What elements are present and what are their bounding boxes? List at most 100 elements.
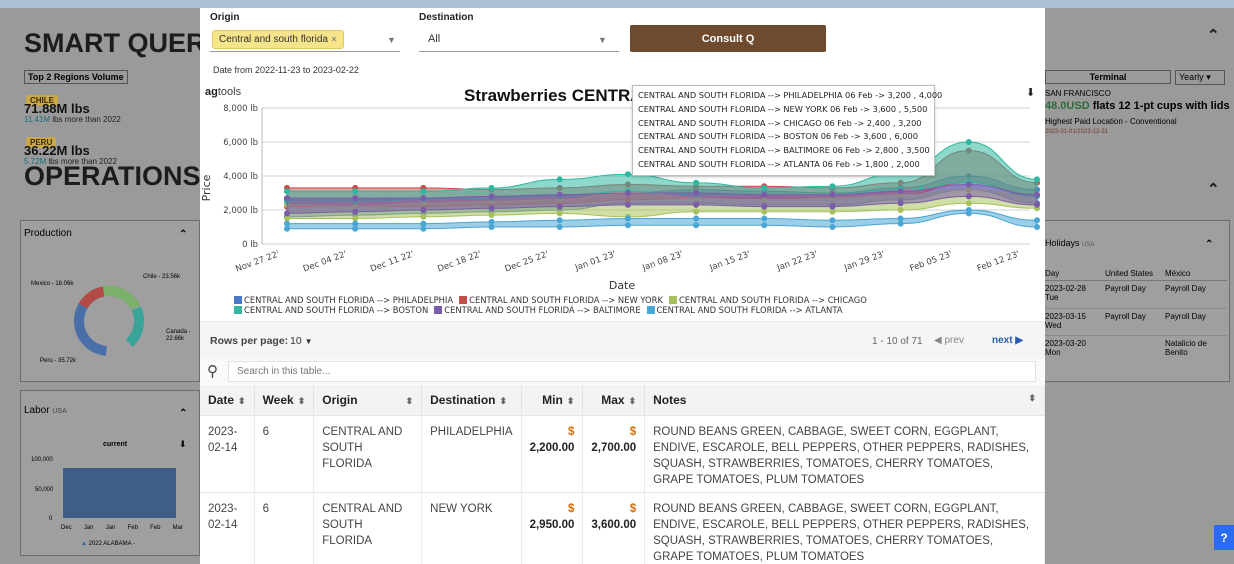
y-tick-label: 8,000 lb [223,104,258,114]
sort-icon: ⬍ [566,395,575,406]
column-header-origin[interactable]: Origin ⬍ [313,385,423,415]
legend-item[interactable]: CENTRAL AND SOUTH FLORIDA --> CHICAGO [668,295,867,305]
data-point-max [829,191,836,198]
agtools-logo: agtools [205,86,242,98]
data-point-max [693,179,700,186]
donut-label-canada: Canada - 22.66k [166,329,191,342]
collapse-labor-icon[interactable]: ⌃ [179,408,187,419]
data-point-max [624,190,631,196]
volume-card: Top 2 Regions Volume CHILE 71.88M lbs 11… [20,68,200,170]
tooltip-line: CENTRAL AND SOUTH FLORIDA --> BOSTON 06 … [638,131,918,142]
region-value-chile: 71.88M lbs [24,101,90,116]
legend-swatch [459,296,468,304]
destination-select[interactable]: All ▼ [419,26,619,52]
tooltip-line: CENTRAL AND SOUTH FLORIDA --> CHICAGO 06… [638,117,922,128]
sort-icon: ⬍ [499,395,508,406]
collapse-operations-icon[interactable]: ⌃ [1207,180,1220,198]
chevron-left-icon: ◀ [934,335,942,346]
x-tick-label: Feb 12 23' [976,249,1021,274]
data-point-max [420,220,427,227]
chip-remove-icon[interactable]: ✕ [331,35,338,44]
sort-icon: ⬍ [1028,392,1036,403]
legend-swatch [646,306,655,314]
data-point-max [761,215,768,222]
tooltip-line: CENTRAL AND SOUTH FLORIDA --> ATLANTA 06… [638,158,920,169]
legend-label: CENTRAL AND SOUTH FLORIDA --> BALTIMORE [444,305,641,315]
data-point-max [965,139,972,145]
data-point-max [1034,176,1040,183]
collapse-holidays-icon[interactable]: ⌃ [1205,239,1213,250]
holidays-card: Holidays USA ⌃ Day United States México 20… [1045,220,1230,382]
data-point-min [897,200,904,207]
legend-label: CENTRAL AND SOUTH FLORIDA --> CHICAGO [678,295,867,305]
search-input[interactable] [228,361,1036,382]
terminal-period-select[interactable]: Yearly ▾ [1175,70,1225,85]
prev-button[interactable]: ◀ prev [934,335,964,346]
column-header-min[interactable]: Min ⬍ [521,385,584,415]
volume-tab[interactable]: Top 2 Regions Volume [24,70,128,84]
origin-select[interactable]: Central and south florida ✕ ▼ [210,26,400,52]
column-header-date[interactable]: Date ⬍ [200,385,255,415]
data-point-min [761,203,768,210]
data-point-min [420,213,427,220]
data-point-min [556,210,563,217]
chevron-right-icon: ▶ [1015,335,1024,346]
cell-week: 6 [254,414,315,492]
region-delta-chile: 11.41M lbs more than 2022 [24,115,121,124]
help-button[interactable]: ? [1214,525,1234,550]
legend-label: CENTRAL AND SOUTH FLORIDA --> BOSTON [244,305,429,315]
terminal-tab[interactable]: Terminal [1045,70,1171,84]
data-point-max [761,191,768,198]
donut-label-peru: Peru - 35.72k [40,358,77,364]
legend-item[interactable]: CENTRAL AND SOUTH FLORIDA --> ATLANTA [646,305,843,315]
legend-swatch [234,296,242,304]
column-header-max[interactable]: Max ⬍ [582,385,646,415]
chevron-down-icon[interactable]: ▼ [598,35,607,45]
chart-x-ticks: Nov 27 22' Dec 04 22' Dec 11 22' Dec 18 22'… [234,249,1021,274]
labor-y-tick: 100,000 [31,457,53,463]
column-header-notes[interactable]: Notes ⬍ [644,385,1045,415]
rows-per-page-select[interactable]: 10 ▼ [290,335,313,347]
destination-label: Destination [419,12,474,23]
chevron-down-icon[interactable]: ▼ [387,35,396,45]
labor-y-tick: 50,000 [35,487,54,493]
data-point-min [761,222,768,229]
cell-origin: CENTRAL AND SOUTH FLORIDA [313,491,423,564]
holidays-table: Day United States México 2023-02-28 Tue Pay… [1045,269,1227,362]
labor-label: Labor USA [24,405,67,416]
download-icon[interactable]: ⬇ [1026,87,1035,99]
data-point-min [624,222,631,229]
labor-download-icon[interactable]: ⬇ [179,439,187,450]
column-header-week[interactable]: Week ⬍ [254,385,315,415]
legend-item[interactable]: CENTRAL AND SOUTH FLORIDA --> BOSTON [234,305,428,315]
origin-chip[interactable]: Central and south florida ✕ [212,30,345,49]
legend-item[interactable]: CENTRAL AND SOUTH FLORIDA --> PHILADELPH… [234,295,453,305]
consult-button[interactable]: Consult Q [630,25,826,52]
data-point-max [420,195,427,202]
data-point-max [624,215,631,222]
data-point-max [284,195,290,202]
legend-item[interactable]: CENTRAL AND SOUTH FLORIDA --> NEW YORK [459,295,663,305]
rows-per-page-label: Rows per page: [210,335,289,347]
page-range: 1 - 10 of 71 [872,336,923,347]
sort-icon: ⬍ [405,395,414,406]
chart-y-ticks: 0 lb 2,000 lb 4,000 lb 6,000 lb 8,000 lb [223,104,258,250]
table-row: 2023-02-14 6 CENTRAL AND SOUTH FLORIDA P… [200,414,1045,492]
data-point-min [693,222,700,229]
legend-swatch [668,296,677,304]
cell-origin: CENTRAL AND SOUTH FLORIDA [313,414,423,492]
smart-query-modal: Origin Central and south florida ✕ ▼ Des… [200,8,1045,564]
x-tick-label: Dec 25 22' [504,249,550,274]
data-point-min [556,224,563,230]
cell-max: $2,700.00 [582,414,646,492]
legend-item[interactable]: CENTRAL AND SOUTH FLORIDA --> BALTIMORE [434,305,641,315]
x-tick-label: Jan 08 23' [640,249,684,273]
chart-title: Strawberries CENTRAL [464,86,653,105]
data-point-max [488,218,495,225]
collapse-smart-query-icon[interactable]: ⌃ [1207,26,1220,44]
data-point-min [284,210,290,217]
data-point-max [420,188,427,195]
column-header-destination[interactable]: Destination ⬍ [421,385,522,415]
next-button[interactable]: next ▶ [992,335,1023,346]
x-tick-label: Feb 05 23' [909,249,954,274]
